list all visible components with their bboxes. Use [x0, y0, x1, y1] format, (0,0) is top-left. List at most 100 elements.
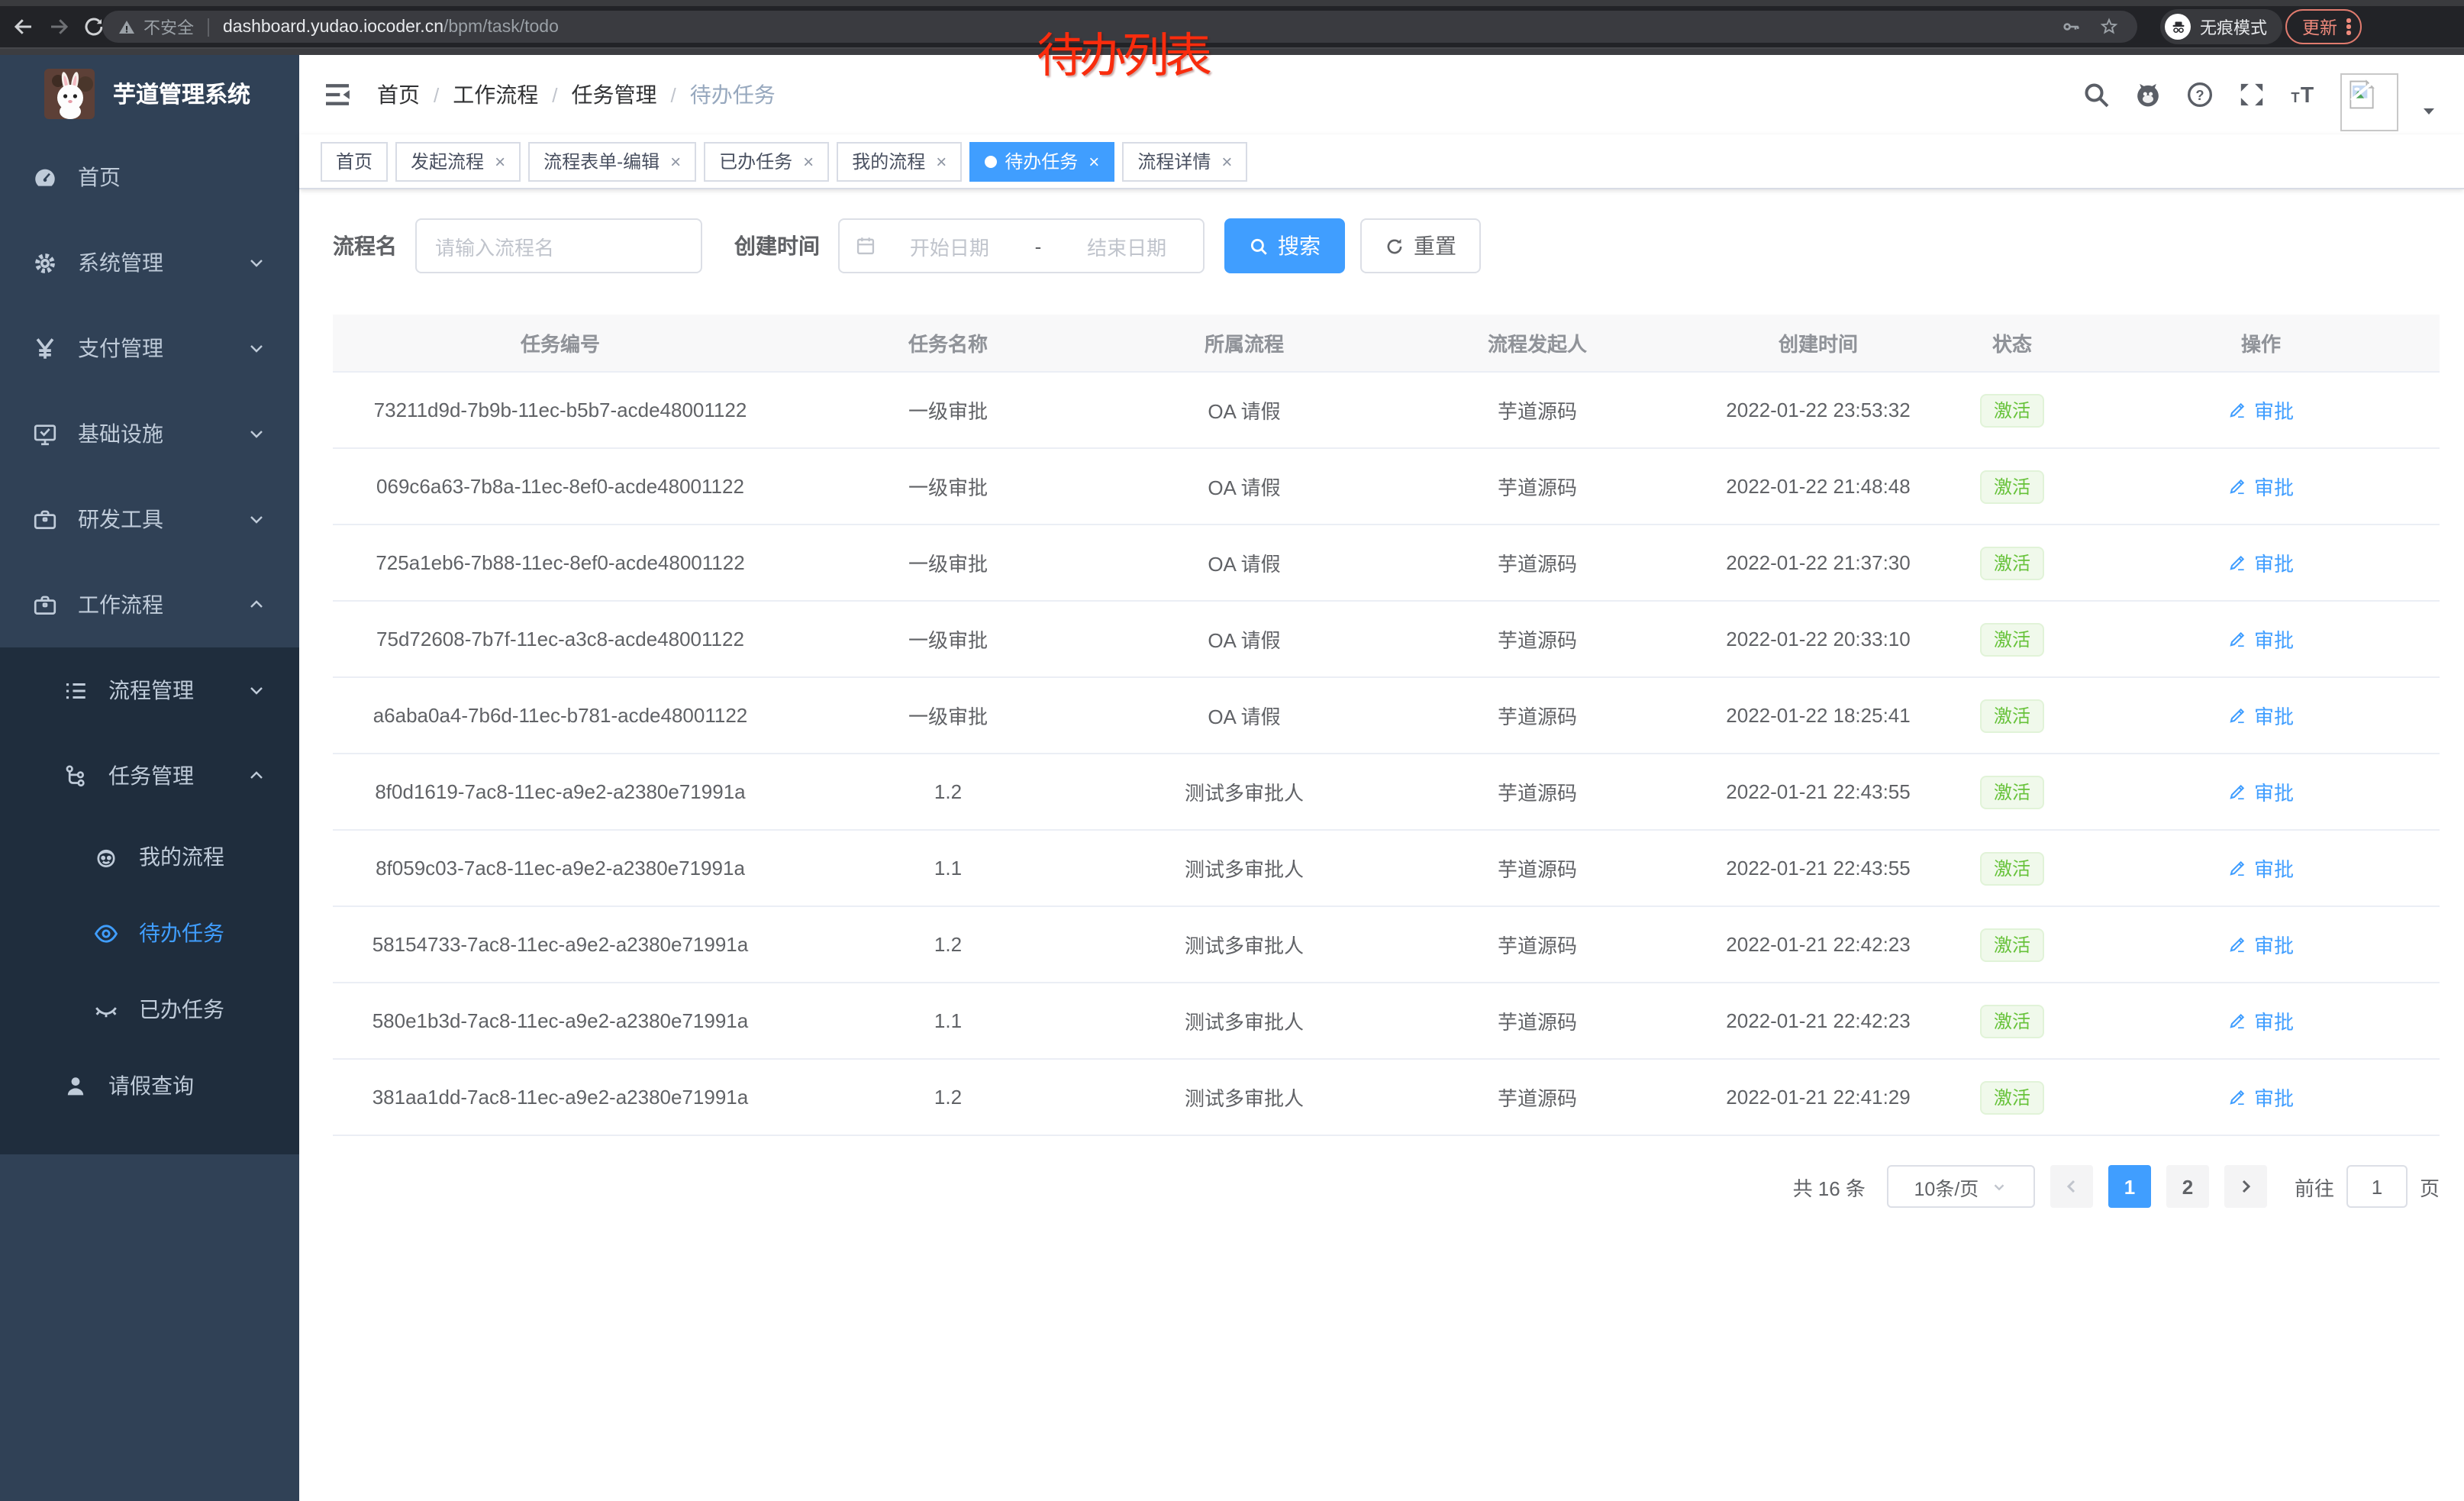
approve-button[interactable]: 审批: [2228, 1083, 2294, 1112]
sidebar-item-已办任务[interactable]: 已办任务: [0, 971, 299, 1047]
status-badge: 激活: [1980, 546, 2044, 579]
approve-button[interactable]: 审批: [2228, 701, 2294, 730]
prev-page-button[interactable]: [2050, 1165, 2093, 1208]
sidebar-item-研发工具[interactable]: 研发工具: [0, 476, 299, 562]
close-icon[interactable]: ×: [1088, 150, 1099, 172]
page-size-select[interactable]: 10条/页: [1887, 1165, 2035, 1208]
url-path[interactable]: /bpm/task/todo: [443, 18, 559, 36]
font-size-icon[interactable]: TT: [2288, 79, 2319, 110]
reset-button[interactable]: 重置: [1360, 218, 1481, 273]
browser-back-icon[interactable]: [12, 15, 35, 38]
approve-button[interactable]: 审批: [2228, 472, 2294, 501]
avatar[interactable]: [2340, 73, 2398, 131]
chevron-down-icon: [247, 424, 266, 443]
update-label[interactable]: 更新: [2302, 15, 2337, 39]
github-icon[interactable]: [2133, 79, 2163, 110]
app-title: 芋道管理系统: [113, 77, 250, 109]
browser-forward-icon[interactable]: [47, 15, 70, 38]
close-icon[interactable]: ×: [936, 150, 947, 172]
update-button[interactable]: 更新: [2285, 9, 2361, 44]
approve-button[interactable]: 审批: [2228, 777, 2294, 806]
page-button-1[interactable]: 1: [2108, 1165, 2151, 1208]
approve-button[interactable]: 审批: [2228, 625, 2294, 654]
bookmark-star-icon[interactable]: [2099, 17, 2119, 37]
approve-button[interactable]: 审批: [2228, 930, 2294, 959]
tab-label: 待办任务: [1005, 148, 1078, 174]
approve-button[interactable]: 审批: [2228, 854, 2294, 883]
status-badge: 激活: [1980, 699, 2044, 732]
cell-status: 激活: [1942, 699, 2082, 732]
tab-发起流程[interactable]: 发起流程×: [395, 141, 521, 181]
goto-page-input[interactable]: 1: [2346, 1165, 2408, 1208]
cell-time: 2022-01-22 21:37:30: [1695, 551, 1942, 574]
breadcrumb-item: 待办任务: [690, 79, 776, 110]
sidebar-item-工作流程[interactable]: 工作流程: [0, 562, 299, 647]
approve-button[interactable]: 审批: [2228, 1006, 2294, 1035]
incognito-badge: 无痕模式: [2160, 9, 2282, 44]
sidebar-item-待办任务[interactable]: 待办任务: [0, 895, 299, 971]
fullscreen-icon[interactable]: [2237, 79, 2267, 110]
table-row: 725a1eb6-7b88-11ec-8ef0-acde48001122一级审批…: [333, 525, 2440, 602]
app-logo[interactable]: 芋道管理系统: [0, 55, 299, 131]
active-tab-dot: [985, 155, 997, 167]
approve-button[interactable]: 审批: [2228, 395, 2294, 424]
table-row: a6aba0a4-7b6d-11ec-b781-acde48001122一级审批…: [333, 678, 2440, 754]
breadcrumb-item[interactable]: 首页: [377, 79, 420, 110]
navbar: 首页/工作流程/任务管理/待办任务 ? TT: [299, 55, 2464, 134]
security-label[interactable]: 不安全: [144, 15, 194, 39]
tab-流程表单-编辑[interactable]: 流程表单-编辑×: [528, 141, 696, 181]
cell-flow: OA 请假: [1108, 625, 1380, 654]
svg-text:T: T: [2291, 89, 2299, 105]
cell-action: 审批: [2082, 625, 2440, 654]
password-key-icon[interactable]: [2061, 17, 2081, 37]
breadcrumb-item[interactable]: 工作流程: [453, 79, 538, 110]
cell-status: 激活: [1942, 470, 2082, 503]
search-button[interactable]: 搜索: [1224, 218, 1345, 273]
sidebar-item-流程管理[interactable]: 流程管理: [0, 647, 299, 733]
sidebar-item-任务管理[interactable]: 任务管理: [0, 733, 299, 818]
cell-flow: 测试多审批人: [1108, 930, 1380, 959]
chevron-down-icon: [247, 510, 266, 528]
tab-已办任务[interactable]: 已办任务×: [704, 141, 829, 181]
sidebar-collapse-icon[interactable]: [322, 79, 353, 110]
end-date-placeholder[interactable]: 结束日期: [1066, 231, 1188, 260]
tab-流程详情[interactable]: 流程详情×: [1122, 141, 1247, 181]
date-range-picker[interactable]: 开始日期 - 结束日期: [838, 218, 1205, 273]
tab-我的流程[interactable]: 我的流程×: [837, 141, 962, 181]
page-button-2[interactable]: 2: [2166, 1165, 2209, 1208]
sidebar-item-支付管理[interactable]: 支付管理: [0, 305, 299, 391]
approve-label: 审批: [2254, 625, 2294, 654]
browser-menu-icon[interactable]: [2346, 19, 2350, 35]
avatar-caret-icon[interactable]: [2420, 102, 2438, 121]
url-host[interactable]: dashboard.yudao.iocoder.cn: [223, 18, 443, 36]
close-icon[interactable]: ×: [495, 150, 505, 172]
yen-icon: [32, 335, 58, 361]
next-page-button[interactable]: [2224, 1165, 2267, 1208]
close-icon[interactable]: ×: [1221, 150, 1232, 172]
sidebar-item-我的流程[interactable]: 我的流程: [0, 818, 299, 895]
tab-待办任务[interactable]: 待办任务 ×: [969, 141, 1114, 181]
sidebar-item-请假查询[interactable]: 请假查询: [0, 1047, 299, 1124]
cell-action: 审批: [2082, 472, 2440, 501]
approve-button[interactable]: 审批: [2228, 548, 2294, 577]
approve-label: 审批: [2254, 930, 2294, 959]
tab-首页[interactable]: 首页: [321, 141, 388, 181]
tags-view: 首页发起流程×流程表单-编辑×已办任务×我的流程×待办任务×流程详情×: [299, 134, 2464, 189]
sidebar-item-系统管理[interactable]: 系统管理: [0, 220, 299, 305]
search-icon[interactable]: [2081, 79, 2111, 110]
start-date-placeholder[interactable]: 开始日期: [889, 231, 1011, 260]
approve-label: 审批: [2254, 395, 2294, 424]
process-name-input[interactable]: 请输入流程名: [415, 218, 702, 273]
sidebar-item-基础设施[interactable]: 基础设施: [0, 391, 299, 476]
briefcase-icon: [32, 506, 58, 532]
cell-flow: OA 请假: [1108, 472, 1380, 501]
help-icon[interactable]: ?: [2185, 79, 2215, 110]
close-icon[interactable]: ×: [803, 150, 814, 172]
sidebar-item-首页[interactable]: 首页: [0, 134, 299, 220]
tree-icon: [63, 763, 89, 789]
close-icon[interactable]: ×: [670, 150, 681, 172]
table-row: 58154733-7ac8-11ec-a9e2-a2380e71991a1.2测…: [333, 907, 2440, 983]
chevron-down-icon: [247, 681, 266, 699]
breadcrumb-item[interactable]: 任务管理: [572, 79, 657, 110]
incognito-label: 无痕模式: [2200, 15, 2267, 39]
